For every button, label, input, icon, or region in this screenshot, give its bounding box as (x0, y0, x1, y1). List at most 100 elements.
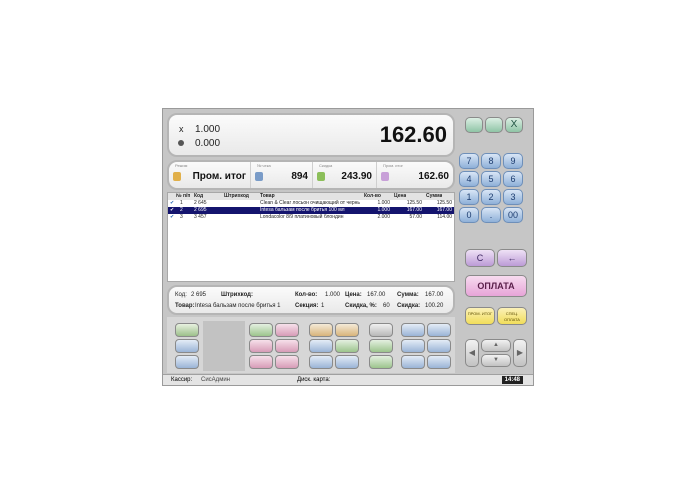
close-button[interactable]: X (505, 117, 523, 133)
status-bar: Кассир: СисАдмин Диск. карта: 14:48 (163, 374, 533, 385)
key-5[interactable]: 5 (481, 171, 501, 187)
item-button-1[interactable] (249, 323, 273, 337)
service-button-3[interactable] (369, 355, 393, 369)
discount-pct-label: Скидка, %: (345, 303, 377, 309)
key-4[interactable]: 4 (459, 171, 479, 187)
table-row[interactable]: ✔ 1 2 645 Clean & Clear лосьон очищающий… (168, 200, 454, 207)
discount-button-6[interactable] (335, 355, 359, 369)
key-8[interactable]: 8 (481, 153, 501, 169)
sum-value: 167.00 (425, 292, 444, 298)
check-caption: № чека (257, 163, 271, 168)
mode-caption: Режим (175, 163, 188, 168)
key-3[interactable]: 3 (503, 189, 523, 205)
discount-cell: Скидка 243.90 (313, 162, 377, 188)
cashier-value: СисАдмин (201, 377, 230, 383)
key-00[interactable]: 00 (503, 207, 523, 223)
function-keys-area (167, 317, 455, 373)
receipt-table[interactable]: № п/п Код Штрихкод Товар Кол-во Цена Сум… (167, 192, 455, 282)
discount-button-2[interactable] (335, 323, 359, 337)
sum-label: Сумма: (397, 292, 419, 298)
service-button-2[interactable] (369, 339, 393, 353)
discount-caption: Скидка (319, 163, 333, 168)
quantity-value: 1.000 (195, 124, 221, 135)
pay-button[interactable]: ОПЛАТА (465, 275, 527, 297)
discount-pct-value: 60 (383, 303, 390, 309)
table-row-selected[interactable]: ✔ 2 2 695 Intesa бальзам после бритья 10… (168, 207, 454, 214)
function-button-2[interactable] (175, 339, 199, 353)
key-9[interactable]: 9 (503, 153, 523, 169)
key-1[interactable]: 1 (459, 189, 479, 205)
check-mark-icon: ✔ (170, 214, 175, 220)
report-button-2[interactable] (427, 323, 451, 337)
row-num: 2 (180, 207, 183, 213)
service-button-1[interactable] (369, 323, 393, 337)
quantity-sign: x (179, 124, 184, 134)
product-value: Intesa бальзам после бритья 1 (195, 303, 281, 309)
coin-icon (178, 140, 184, 146)
item-button-4[interactable] (275, 339, 299, 353)
window-button-2[interactable] (485, 117, 503, 133)
discount-value: 0.000 (195, 138, 221, 149)
row-product: Intesa бальзам после бритья 100 мл (260, 207, 345, 213)
subtotal-caption: Пром. итог (383, 163, 404, 168)
row-price: 167.00 (406, 207, 422, 213)
clock: 14:48 (501, 376, 523, 384)
row-code: 2 645 (194, 200, 207, 206)
arrow-down-button[interactable]: ▼ (481, 354, 511, 367)
item-button-5[interactable] (249, 355, 273, 369)
row-qty: 1.000 (377, 207, 390, 213)
report-button-5[interactable] (401, 355, 425, 369)
item-button-3[interactable] (249, 339, 273, 353)
main-display: x 1.000 0.000 162.60 (167, 113, 455, 157)
function-button-1[interactable] (175, 323, 199, 337)
backspace-button[interactable]: ← (497, 249, 527, 267)
key-6[interactable]: 6 (503, 171, 523, 187)
price-label: Цена: (345, 292, 362, 298)
mode-icon (173, 172, 181, 181)
key-0[interactable]: 0 (459, 207, 479, 223)
barcode-label: Штрихкод: (221, 292, 253, 298)
report-button-1[interactable] (401, 323, 425, 337)
item-button-6[interactable] (275, 355, 299, 369)
check-mark-icon: ✔ (170, 200, 175, 206)
subtotal-button[interactable]: ПРОМ. ИТОГ (465, 307, 495, 325)
subtotal-value: 162.60 (418, 171, 449, 182)
header-sum: Сумма (426, 193, 443, 199)
report-button-4[interactable] (427, 339, 451, 353)
check-value: 894 (291, 171, 308, 182)
code-value: 2 695 (191, 292, 207, 298)
empty-slot (203, 321, 245, 371)
price-value: 167.00 (367, 292, 386, 298)
key-dot[interactable]: . (481, 207, 501, 223)
card-label: Диск. карта: (297, 377, 331, 383)
header-barcode: Штрихкод (224, 193, 249, 199)
discount-button-3[interactable] (309, 339, 333, 353)
key-2[interactable]: 2 (481, 189, 501, 205)
row-qty: 2.000 (377, 214, 390, 220)
key-7[interactable]: 7 (459, 153, 479, 169)
arrow-right-button[interactable]: ▶ (513, 339, 527, 367)
mode-value: Пром. итог (192, 171, 246, 182)
discount-button-4[interactable] (335, 339, 359, 353)
discount-icon (317, 172, 325, 181)
report-button-6[interactable] (427, 355, 451, 369)
special-pay-button[interactable]: СПЕЦ. ОПЛАТА (497, 307, 527, 325)
discount-button-1[interactable] (309, 323, 333, 337)
clear-button[interactable]: C (465, 249, 495, 267)
window-button-1[interactable] (465, 117, 483, 133)
item-button-2[interactable] (275, 323, 299, 337)
arrow-up-button[interactable]: ▲ (481, 339, 511, 352)
arrow-left-button[interactable]: ◀ (465, 339, 479, 367)
function-button-3[interactable] (175, 355, 199, 369)
row-code: 3 457 (194, 214, 207, 220)
qty-label: Кол-во: (295, 292, 318, 298)
row-qty: 1.000 (377, 200, 390, 206)
mode-cell: Режим Пром. итог (169, 162, 251, 188)
discount-label: Скидка: (397, 303, 421, 309)
report-button-3[interactable] (401, 339, 425, 353)
discount-button-5[interactable] (309, 355, 333, 369)
table-row[interactable]: ✔ 3 3 457 Londacolor 8/9 платиновый блон… (168, 214, 454, 221)
check-mark-icon: ✔ (170, 207, 175, 213)
row-product: Clean & Clear лосьон очищающий от черны.… (260, 200, 360, 206)
code-label: Код: (175, 292, 187, 298)
